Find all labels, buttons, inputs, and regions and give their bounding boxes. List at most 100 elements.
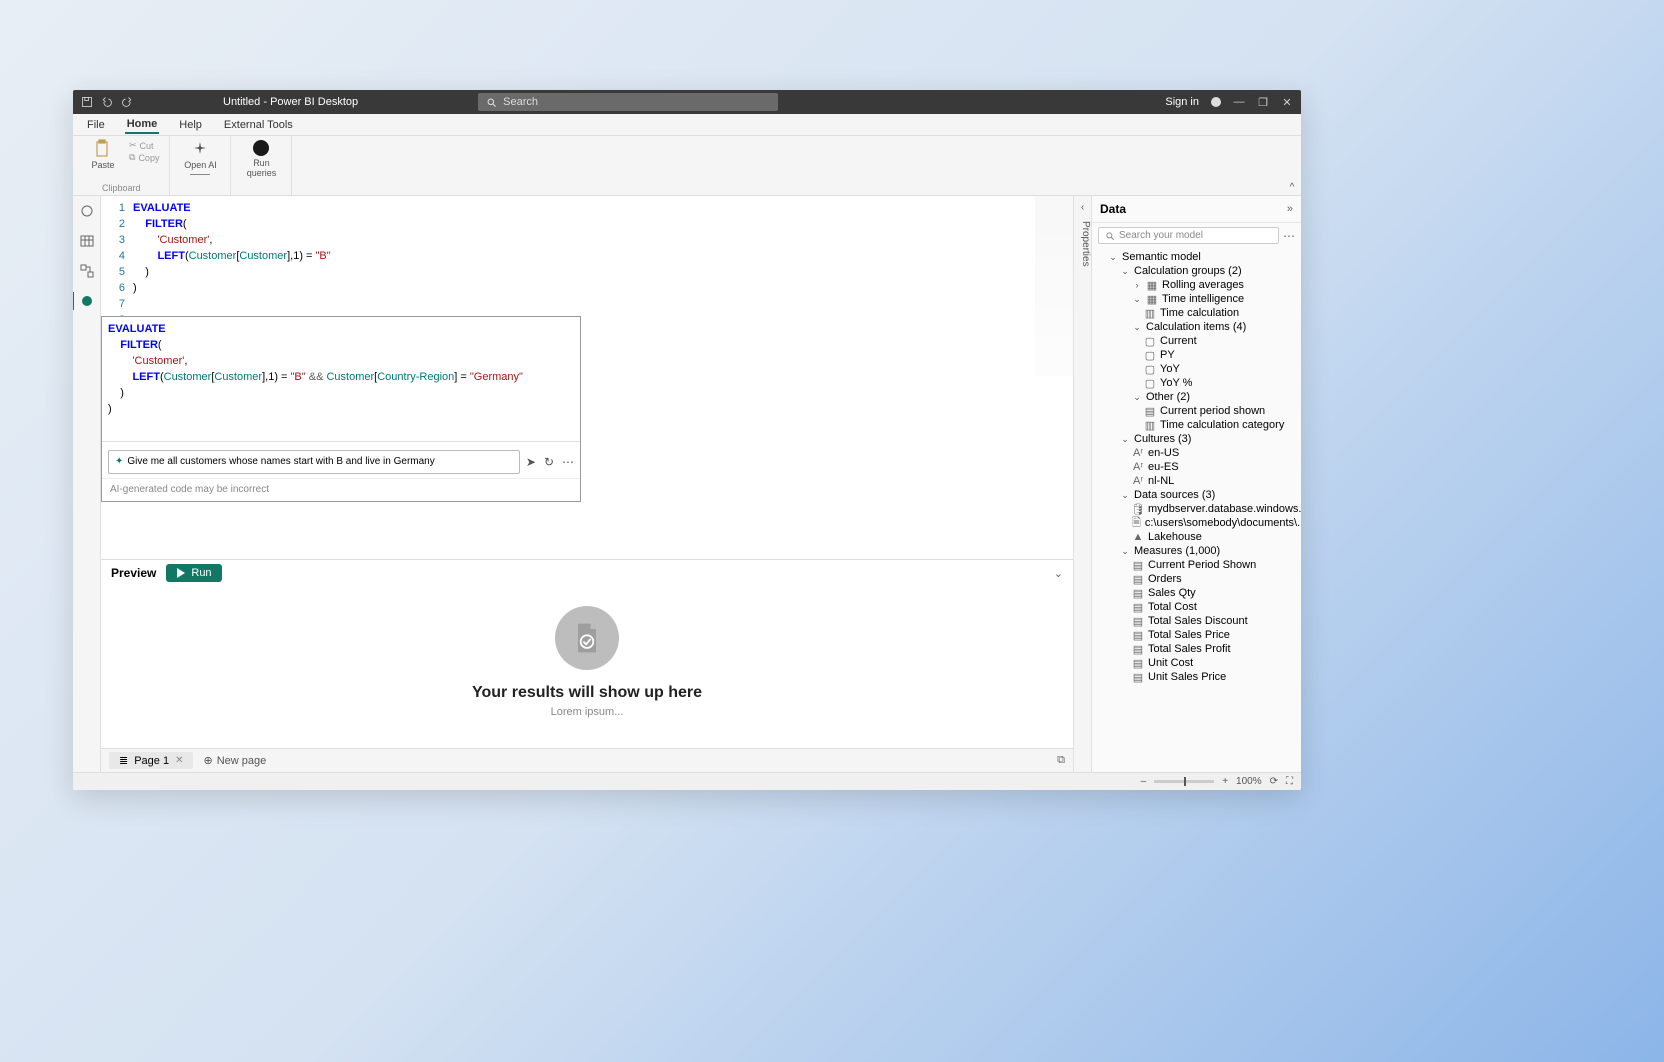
zoom-out-icon[interactable]: – — [1141, 776, 1147, 787]
expand-data-panel-icon[interactable]: » — [1287, 203, 1293, 215]
tree-culture-nl[interactable]: Aʳnl-NL — [1092, 474, 1301, 488]
copy-button[interactable]: ⧉Copy — [129, 152, 159, 163]
tree-culture-eu[interactable]: Aʳeu-ES — [1092, 460, 1301, 474]
zoom-in-icon[interactable]: + — [1222, 776, 1228, 787]
zoom-slider[interactable] — [1154, 780, 1214, 783]
run-button[interactable]: Run — [166, 564, 221, 582]
tree-datasources[interactable]: ⌄Data sources (3) — [1092, 488, 1301, 502]
tree-m6[interactable]: ▤Total Sales Price — [1092, 628, 1301, 642]
maximize-icon[interactable]: ❐ — [1257, 96, 1269, 108]
new-page-button[interactable]: ⊕ New page — [197, 754, 272, 767]
tree-ds2[interactable]: 🗎c:\users\somebody\documents\... — [1092, 516, 1301, 530]
page-icon: ≣ — [119, 754, 128, 767]
redo-icon[interactable] — [121, 96, 133, 108]
tree-m7[interactable]: ▤Total Sales Profit — [1092, 642, 1301, 656]
calc-item-icon: ▢ — [1144, 335, 1156, 347]
measure-icon: ▤ — [1132, 657, 1144, 669]
dax-query-view-icon[interactable] — [80, 294, 94, 308]
tree-current-period-shown[interactable]: ▤Current period shown — [1092, 404, 1301, 418]
paste-button[interactable]: Paste — [83, 140, 123, 183]
global-search[interactable]: Search — [478, 93, 778, 111]
tree-semantic-model[interactable]: ⌄Semantic model — [1092, 250, 1301, 264]
app-window: Untitled - Power BI Desktop Search Sign … — [73, 90, 1301, 790]
history-icon[interactable]: ↻ — [544, 454, 554, 470]
tree-time-intelligence[interactable]: ⌄▦Time intelligence — [1092, 292, 1301, 306]
close-tab-icon[interactable]: ✕ — [175, 755, 183, 766]
menu-external-tools[interactable]: External Tools — [222, 117, 295, 133]
ai-prompt-input[interactable]: ✦ Give me all customers whose names star… — [108, 450, 520, 474]
tree-ds3[interactable]: ▲Lakehouse — [1092, 530, 1301, 544]
zoom-level: 100% — [1236, 776, 1262, 787]
sparkle-icon: ✦ — [115, 454, 123, 470]
calc-item-icon: ▢ — [1144, 349, 1156, 361]
send-icon[interactable]: ➤ — [526, 454, 536, 470]
avatar-icon[interactable] — [1211, 97, 1221, 107]
run-queries-button[interactable]: Run queries — [241, 140, 281, 183]
minimap[interactable] — [1035, 196, 1073, 376]
pages-overflow-icon[interactable]: ⧉ — [1057, 754, 1065, 767]
page-tab-1[interactable]: ≣ Page 1 ✕ — [109, 752, 193, 769]
tree-m5[interactable]: ▤Total Sales Discount — [1092, 614, 1301, 628]
cut-button[interactable]: ✂Cut — [129, 140, 159, 151]
data-search-input[interactable]: Search your model — [1098, 227, 1279, 244]
data-panel-title: Data — [1100, 202, 1126, 216]
preview-heading: Your results will show up here — [472, 684, 702, 702]
minimize-icon[interactable]: — — [1233, 96, 1245, 108]
tree-other[interactable]: ⌄Other (2) — [1092, 390, 1301, 404]
menu-home[interactable]: Home — [125, 116, 160, 134]
measure-icon: ▤ — [1132, 643, 1144, 655]
culture-icon: Aʳ — [1132, 461, 1144, 473]
fit-page-icon[interactable]: ⟳ — [1270, 776, 1278, 787]
ai-disclaimer: AI-generated code may be incorrect — [102, 478, 580, 501]
close-icon[interactable]: ✕ — [1281, 96, 1293, 108]
tree-culture-en[interactable]: Aʳen-US — [1092, 446, 1301, 460]
tree-m8[interactable]: ▤Unit Cost — [1092, 656, 1301, 670]
tree-m4[interactable]: ▤Total Cost — [1092, 600, 1301, 614]
menu-file[interactable]: File — [85, 117, 107, 133]
collapse-preview-icon[interactable]: ⌄ — [1054, 567, 1063, 580]
measure-icon: ▤ — [1132, 601, 1144, 613]
database-icon: 🛢 — [1132, 503, 1144, 515]
tree-m1[interactable]: ▤Current Period Shown — [1092, 558, 1301, 572]
calc-group-icon: ▦ — [1146, 279, 1158, 291]
properties-label: Properties — [1074, 221, 1091, 267]
search-icon — [1105, 231, 1115, 241]
data-tree: ⌄Semantic model ⌄Calculation groups (2) … — [1092, 248, 1301, 772]
column-icon: ▥ — [1144, 419, 1156, 431]
ribbon-collapse-icon[interactable]: ^ — [1283, 136, 1301, 195]
data-more-icon[interactable]: ⋯ — [1283, 229, 1295, 243]
fullscreen-icon[interactable]: ⛶ — [1286, 776, 1293, 787]
report-view-icon[interactable] — [80, 204, 94, 218]
more-icon[interactable]: ⋯ — [562, 454, 574, 470]
tree-calc-groups[interactable]: ⌄Calculation groups (2) — [1092, 264, 1301, 278]
tree-item-current[interactable]: ▢Current — [1092, 334, 1301, 348]
tree-item-yoy-pct[interactable]: ▢YoY % — [1092, 376, 1301, 390]
ribbon-group-ai: Open AI — [170, 136, 231, 195]
tree-time-calc-category[interactable]: ▥Time calculation category — [1092, 418, 1301, 432]
tree-item-yoy[interactable]: ▢YoY — [1092, 362, 1301, 376]
menu-help[interactable]: Help — [177, 117, 204, 133]
preview-subtext: Lorem ipsum... — [551, 706, 624, 718]
table-view-icon[interactable] — [80, 234, 94, 248]
code-body[interactable]: EVALUATE FILTER( 'Customer', LEFT(Custom… — [133, 200, 1073, 502]
measure-icon: ▤ — [1132, 671, 1144, 683]
open-ai-button[interactable]: Open AI — [180, 140, 220, 183]
tree-cultures[interactable]: ⌄Cultures (3) — [1092, 432, 1301, 446]
measure-icon: ▤ — [1132, 573, 1144, 585]
tree-ds1[interactable]: 🛢mydbserver.database.windows.net;MyData.… — [1092, 502, 1301, 516]
calc-item-icon: ▢ — [1144, 363, 1156, 375]
save-icon[interactable] — [81, 96, 93, 108]
tree-m9[interactable]: ▤Unit Sales Price — [1092, 670, 1301, 684]
dax-editor[interactable]: 1 2 3 4 5 6 7 8 9 10 11 12 13 14 EVALUAT… — [101, 196, 1073, 502]
model-view-icon[interactable] — [80, 264, 94, 278]
tree-time-calculation[interactable]: ▥Time calculation — [1092, 306, 1301, 320]
expand-properties-icon[interactable]: ‹ — [1074, 196, 1091, 213]
tree-rolling-averages[interactable]: ›▦Rolling averages — [1092, 278, 1301, 292]
sign-in-link[interactable]: Sign in — [1165, 96, 1199, 108]
tree-m2[interactable]: ▤Orders — [1092, 572, 1301, 586]
tree-item-py[interactable]: ▢PY — [1092, 348, 1301, 362]
undo-icon[interactable] — [101, 96, 113, 108]
tree-measures[interactable]: ⌄Measures (1,000) — [1092, 544, 1301, 558]
tree-m3[interactable]: ▤Sales Qty — [1092, 586, 1301, 600]
tree-calc-items[interactable]: ⌄Calculation items (4) — [1092, 320, 1301, 334]
